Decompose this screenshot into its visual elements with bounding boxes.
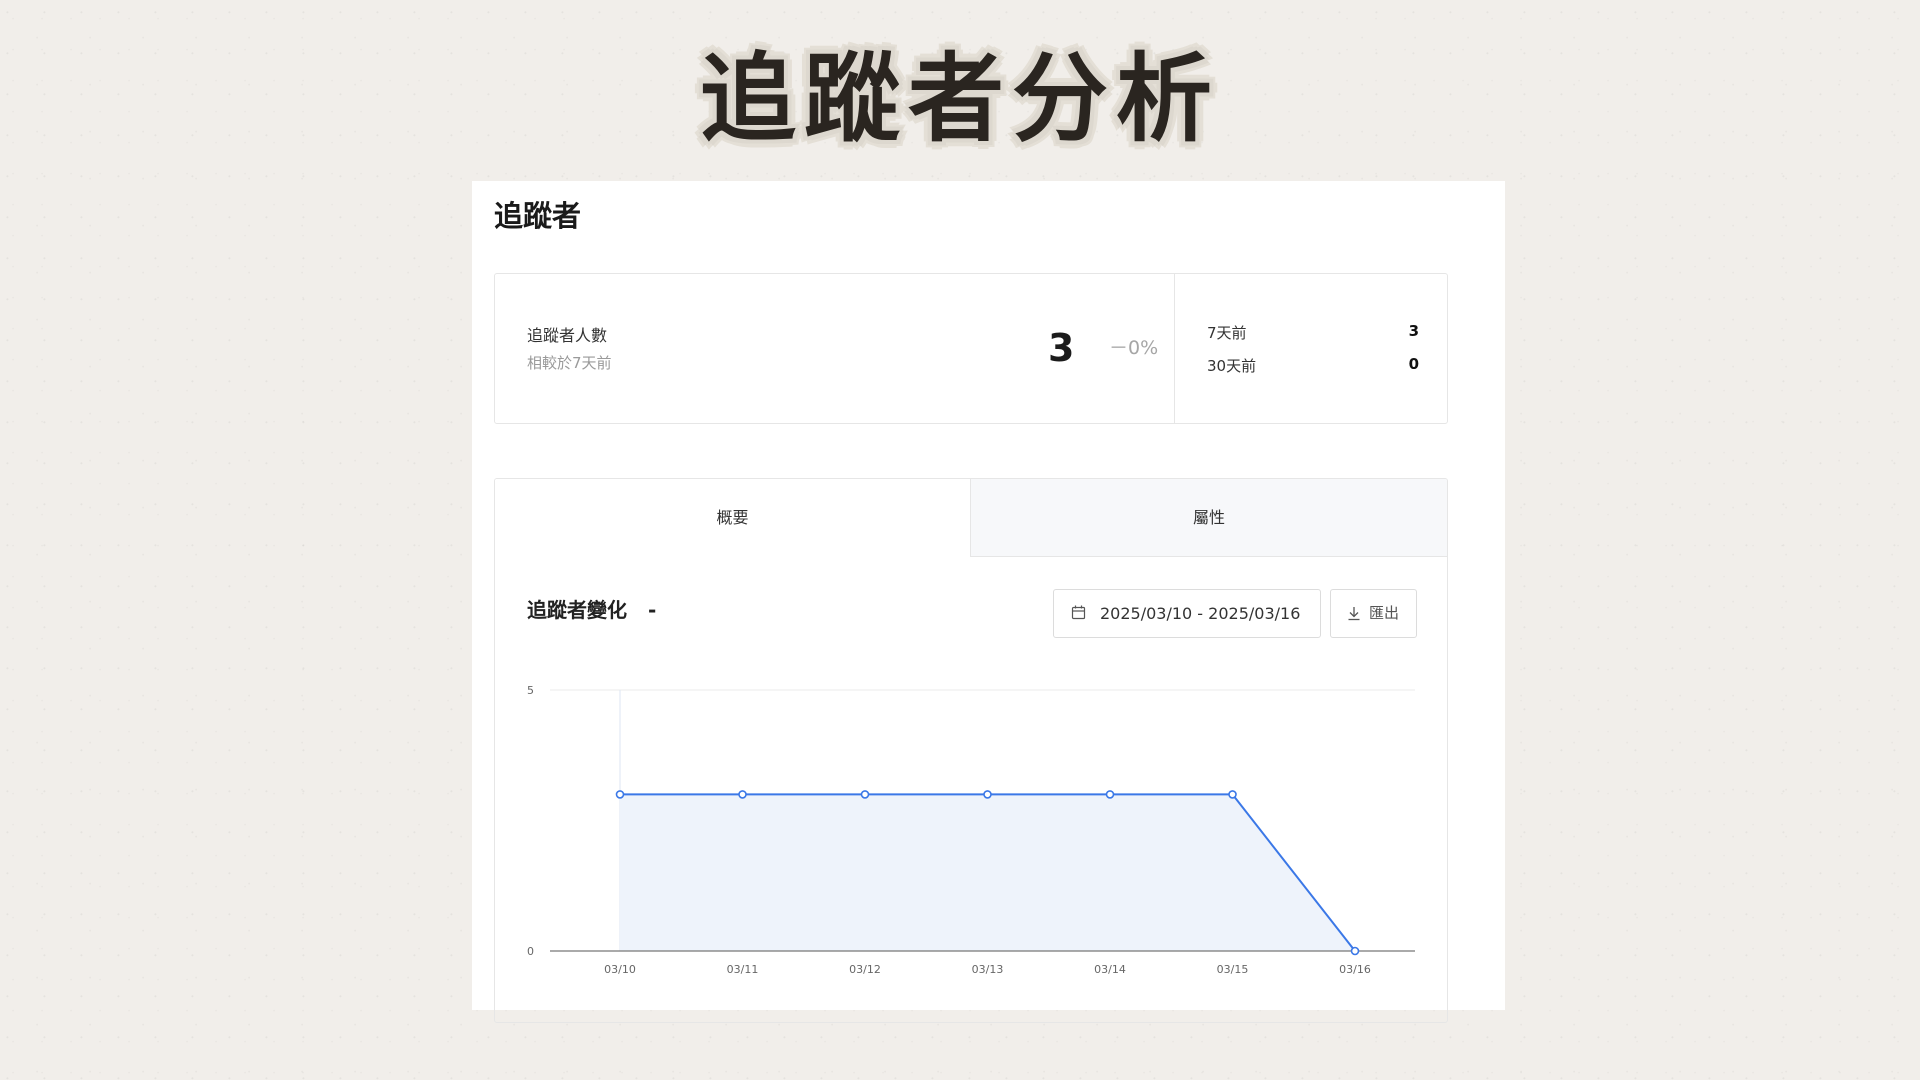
export-label: 匯出 — [1369, 604, 1400, 622]
data-point — [1228, 790, 1237, 799]
comparison-label: 30天前 — [1207, 357, 1257, 375]
comparison-value: 0 — [1408, 355, 1419, 373]
comparison-row-7-days: 7天前 3 — [1207, 322, 1419, 343]
comparison-label: 7天前 — [1207, 324, 1247, 342]
series-area — [620, 794, 1355, 951]
data-point — [983, 790, 992, 799]
followers-panel: 追蹤者 追蹤者人數 相較於7天前 3 －0% 7天前 3 30天前 0 概要 屬… — [472, 181, 1505, 1023]
x-tick-label: 03/14 — [1094, 963, 1126, 976]
comparison-list: 7天前 3 30天前 0 — [1175, 274, 1447, 423]
slide-title: 追蹤者分析 — [700, 43, 1220, 155]
chart-title-text: 追蹤者變化 — [527, 598, 627, 622]
y-tick-label: 0 — [527, 945, 534, 958]
x-tick-label: 03/10 — [604, 963, 636, 976]
export-button[interactable]: 匯出 — [1330, 589, 1417, 638]
chart-title-suffix: - — [647, 598, 657, 622]
data-point — [1105, 790, 1115, 799]
x-tick-label: 03/11 — [727, 963, 759, 976]
data-point — [738, 790, 747, 799]
follower-count-summary: 追蹤者人數 相較於7天前 3 －0% — [495, 274, 1175, 423]
comparison-value: 3 — [1408, 322, 1419, 340]
comparison-row-30-days: 30天前 0 — [1207, 355, 1419, 376]
chart-section-title: 追蹤者變化 - — [527, 596, 656, 624]
download-icon — [1348, 607, 1360, 621]
tab-overview[interactable]: 概要 — [495, 479, 970, 557]
page-title: 追蹤者 — [494, 199, 582, 233]
analytics-tabs-card: 概要 屬性 追蹤者變化 - 2025/03/10 - 2025/03/16 匯出… — [494, 478, 1448, 1023]
follower-count-label: 追蹤者人數 — [527, 326, 608, 345]
comparison-caption: 相較於7天前 — [527, 354, 612, 372]
follower-stats-card: 追蹤者人數 相較於7天前 3 －0% 7天前 3 30天前 0 — [494, 273, 1448, 424]
y-tick-label: 5 — [527, 684, 534, 697]
tab-attributes[interactable]: 屬性 — [970, 479, 1447, 557]
calendar-icon — [1071, 605, 1086, 620]
x-tick-label: 03/13 — [972, 963, 1004, 976]
x-tick-label: 03/15 — [1217, 963, 1249, 976]
date-range-text: 2025/03/10 - 2025/03/16 — [1100, 604, 1301, 623]
date-range-picker[interactable]: 2025/03/10 - 2025/03/16 — [1053, 589, 1321, 638]
follower-line-chart: 0 5 03/10 03/11 03/12 03/13 03/14 03/15 03/16 — [527, 684, 1415, 976]
data-point — [1350, 946, 1360, 956]
change-percent: －0% — [1109, 337, 1159, 359]
follower-count-value: 3 — [1048, 326, 1075, 370]
x-tick-label: 03/12 — [849, 963, 881, 976]
x-tick-label: 03/16 — [1339, 963, 1371, 976]
data-point — [860, 790, 870, 799]
data-point — [615, 790, 625, 799]
